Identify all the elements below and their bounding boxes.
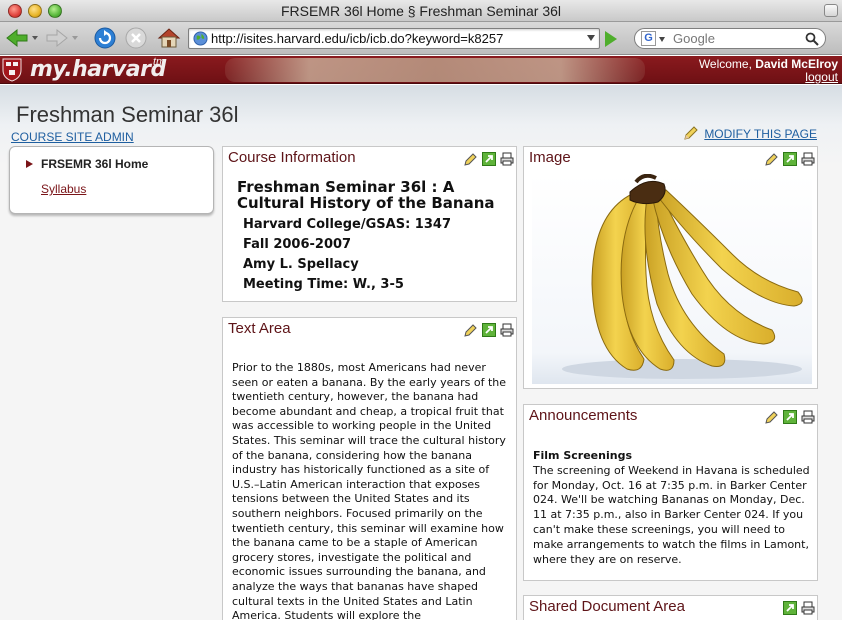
announcement-text: The screening of Weekend in Havana is sc… <box>533 463 810 566</box>
url-bar[interactable]: http://isites.harvard.edu/icb/icb.do?key… <box>188 28 600 49</box>
announcements-heading: Announcements <box>529 407 638 424</box>
back-button[interactable] <box>4 27 40 49</box>
brand-logo[interactable]: my.harvard <box>30 57 166 82</box>
expand-icon[interactable] <box>482 323 496 337</box>
course-info-line: Fall 2006-2007 <box>243 237 352 252</box>
course-site-admin-link[interactable]: COURSE SITE ADMIN <box>11 130 134 144</box>
search-icon[interactable] <box>805 32 819 46</box>
home-button[interactable] <box>156 27 182 49</box>
expand-icon[interactable] <box>783 601 797 615</box>
announcements-portlet: Announcements Film Screenings The screen… <box>523 404 818 581</box>
page-content: Freshman Seminar 36l COURSE SITE ADMIN M… <box>0 85 842 620</box>
image-portlet: Image <box>523 146 818 389</box>
harvard-header: my.harvard tm Welcome, David McElroy log… <box>0 56 842 84</box>
course-info-line: Harvard College/GSAS: 1347 <box>243 217 451 232</box>
search-placeholder: Google <box>673 31 715 46</box>
edit-icon[interactable] <box>464 152 478 166</box>
print-icon[interactable] <box>801 152 815 166</box>
harvard-shield-icon <box>2 58 22 82</box>
course-title: Freshman Seminar 36l : A Cultural Histor… <box>237 178 495 212</box>
shared-document-portlet: Shared Document Area <box>523 595 818 620</box>
edit-icon[interactable] <box>464 323 478 337</box>
edit-icon[interactable] <box>765 410 779 424</box>
course-info-line: Meeting Time: W., 3-5 <box>243 277 404 292</box>
nav-item-syllabus[interactable]: Syllabus <box>41 182 86 196</box>
campus-banner-image <box>225 58 645 82</box>
url-text: http://isites.harvard.edu/icb/icb.do?key… <box>211 31 504 46</box>
print-icon[interactable] <box>500 152 514 166</box>
announcements-tools <box>765 410 815 424</box>
brand-trademark: tm <box>153 56 166 68</box>
pencil-icon[interactable] <box>683 125 699 141</box>
reload-button[interactable] <box>92 27 118 49</box>
home-icon <box>157 28 181 48</box>
text-area-portlet: Text Area Prior to the 1880s, most Ameri… <box>222 317 517 620</box>
print-icon[interactable] <box>801 601 815 615</box>
reload-icon <box>94 27 116 49</box>
banana-image <box>532 174 812 384</box>
modify-page-link[interactable]: MODIFY THIS PAGE <box>704 127 817 141</box>
image-heading: Image <box>529 149 571 166</box>
text-area-heading: Text Area <box>228 320 291 337</box>
welcome-prefix: Welcome, <box>698 57 752 71</box>
print-icon[interactable] <box>801 410 815 424</box>
window-title: FRSEMR 36l Home § Freshman Seminar 36l <box>280 3 562 19</box>
forward-button[interactable] <box>44 27 80 49</box>
text-area-tools <box>464 323 514 337</box>
google-engine-icon[interactable]: G <box>641 31 656 46</box>
search-bar[interactable]: G Google <box>634 28 826 49</box>
announcement-item: Film Screenings The screening of Weekend… <box>533 449 813 567</box>
window-titlebar: FRSEMR 36l Home § Freshman Seminar 36l <box>0 0 842 22</box>
course-info-line: Amy L. Spellacy <box>243 257 359 272</box>
page-title: Freshman Seminar 36l <box>16 102 239 127</box>
globe-icon <box>193 31 208 46</box>
course-nav: FRSEMR 36l Home Syllabus <box>9 146 214 214</box>
course-info-heading: Course Information <box>228 149 356 166</box>
expand-icon[interactable] <box>783 410 797 424</box>
forward-arrow-icon <box>46 28 78 48</box>
toolbar-toggle-button[interactable] <box>824 4 838 17</box>
url-history-dropdown-icon[interactable] <box>587 35 595 41</box>
image-tools <box>765 152 815 166</box>
course-info-tools <box>464 152 514 166</box>
stop-icon <box>125 27 147 49</box>
text-area-body: Prior to the 1880s, most Americans had n… <box>232 361 507 620</box>
expand-icon[interactable] <box>783 152 797 166</box>
current-page-arrow-icon <box>26 160 33 168</box>
user-name: David McElroy <box>755 57 838 71</box>
logout-link[interactable]: logout <box>699 71 838 84</box>
back-arrow-icon <box>6 28 38 48</box>
announcement-title: Film Screenings <box>533 449 632 462</box>
nav-item-home[interactable]: FRSEMR 36l Home <box>41 157 148 171</box>
stop-button[interactable] <box>124 27 148 49</box>
go-button[interactable] <box>605 31 617 47</box>
welcome-area: Welcome, David McElroy logout <box>699 58 838 84</box>
print-icon[interactable] <box>500 323 514 337</box>
search-engine-dropdown-icon[interactable] <box>659 37 665 42</box>
shared-docs-heading: Shared Document Area <box>529 598 685 615</box>
expand-icon[interactable] <box>482 152 496 166</box>
course-info-body: Freshman Seminar 36l : A Cultural Histor… <box>237 179 507 295</box>
browser-toolbar: http://isites.harvard.edu/icb/icb.do?key… <box>0 22 842 55</box>
shared-docs-tools <box>783 601 815 615</box>
course-info-portlet: Course Information Freshman Seminar 36l … <box>222 146 517 302</box>
edit-icon[interactable] <box>765 152 779 166</box>
